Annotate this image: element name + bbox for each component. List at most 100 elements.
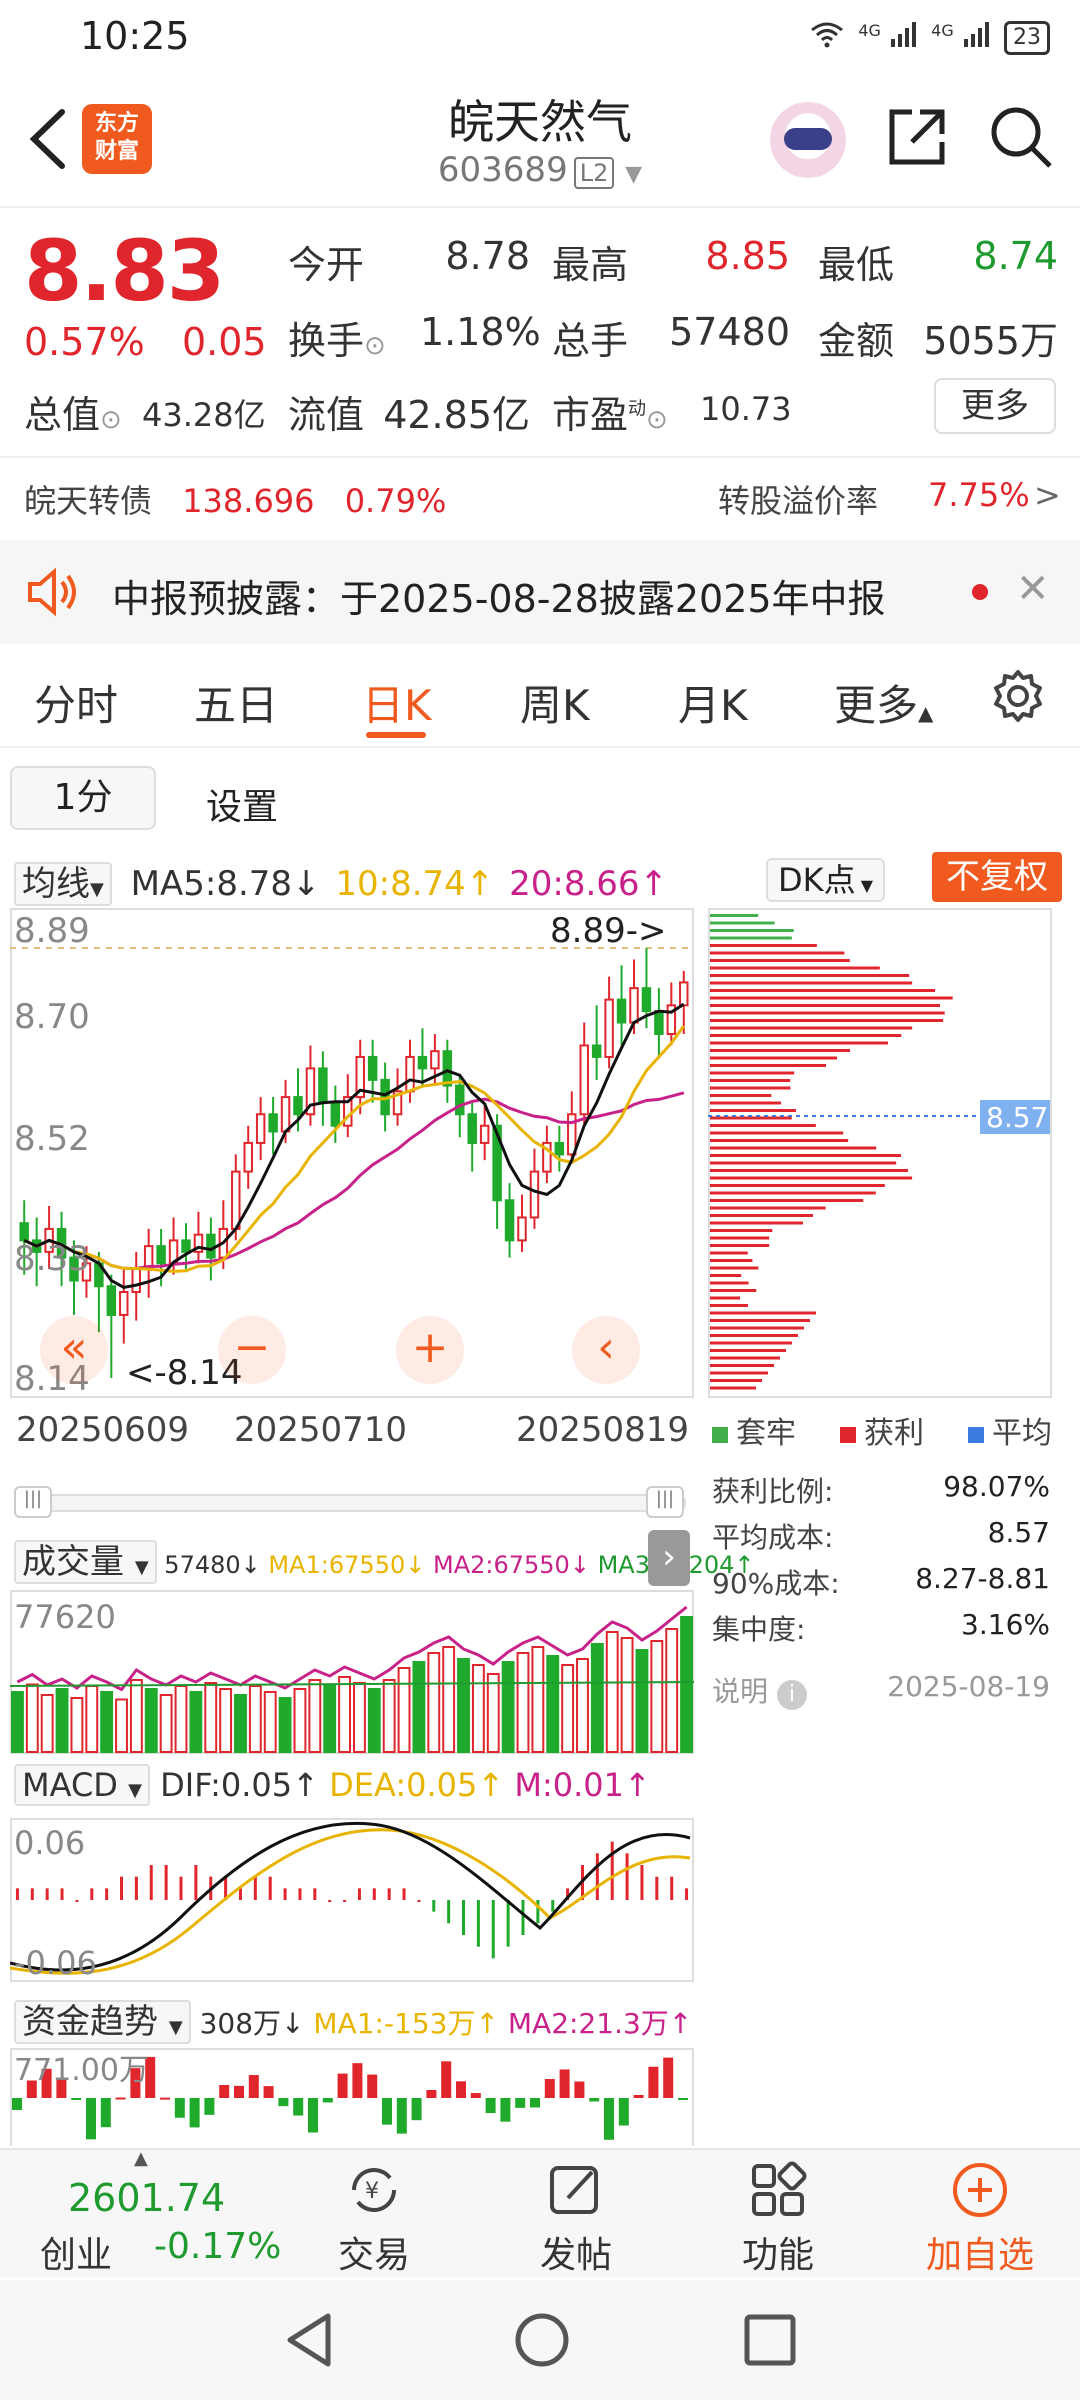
volume-bar — [457, 1658, 470, 1753]
convertible-bond-row[interactable]: 皖天转债 138.696 0.79% 转股溢价率 7.75% > — [24, 476, 1064, 522]
ma-indicator-row: 均线▼ MA5:8.78↓ 10:8.74↑ 20:8.66↑ — [14, 856, 668, 906]
chip-bar — [710, 1034, 902, 1037]
volume-y-label: 77620 — [14, 1598, 116, 1636]
chip-bar — [710, 1169, 909, 1172]
chevron-right-icon[interactable]: › — [648, 1530, 690, 1586]
chip-bar — [710, 1349, 786, 1352]
candle — [280, 1096, 291, 1133]
chip-bar — [710, 1176, 913, 1180]
macd-selector[interactable]: MACD ▼ — [14, 1764, 150, 1806]
info-icon: ⊙ — [100, 405, 122, 435]
volume-selector[interactable]: 成交量 ▼ — [14, 1540, 157, 1584]
volume-bar — [204, 1682, 218, 1753]
fund-bar — [219, 2084, 230, 2098]
volume-bar — [412, 1661, 426, 1753]
tab-more[interactable]: 更多▲ — [834, 672, 933, 733]
macd-bar — [595, 1853, 599, 1900]
period-button[interactable]: 1分 — [10, 766, 156, 830]
volume-bar — [308, 1679, 322, 1753]
post-button[interactable]: 发帖 — [516, 2160, 636, 2278]
macd-bar — [45, 1888, 49, 1900]
chip-note[interactable]: 说明 i — [712, 1670, 807, 1710]
tab-monthly-k[interactable]: 月K — [678, 672, 748, 733]
share-icon[interactable] — [884, 104, 950, 170]
slider-handle-right[interactable]: ||| — [646, 1486, 684, 1518]
volume-bar — [397, 1667, 411, 1753]
pe-label: 市盈动⊙ — [552, 393, 668, 437]
wifi-icon — [810, 20, 844, 55]
tab-intraday[interactable]: 分时 — [34, 672, 118, 733]
macd-bar — [268, 1876, 272, 1900]
fund-bar — [589, 2098, 600, 2102]
macd-bar — [670, 1876, 674, 1900]
svg-text:¥: ¥ — [365, 2179, 379, 2204]
chip-bar — [710, 1229, 773, 1232]
chip-bar — [710, 1064, 827, 1067]
notice-text[interactable]: 中报预披露：于2025-08-28披露2025年中报 — [112, 568, 886, 623]
chart-settings-button[interactable]: 设置 — [206, 778, 278, 830]
rewind-icon[interactable]: « — [40, 1316, 108, 1384]
chip-bar — [710, 1094, 772, 1097]
nav-back-icon[interactable] — [284, 2312, 334, 2372]
chip-bar — [710, 1101, 782, 1105]
volume-label: 总手 — [552, 319, 629, 363]
zoom-out-icon[interactable]: − — [218, 1316, 286, 1384]
chip-bar — [710, 1199, 864, 1202]
fund-bar — [160, 2097, 170, 2100]
adjust-button[interactable]: 不复权 — [932, 852, 1062, 902]
chip-distribution-chart: 8.57 — [708, 908, 1052, 1398]
more-quote-button[interactable]: 更多 — [934, 378, 1056, 434]
slider-handle-left[interactable]: ||| — [14, 1486, 52, 1518]
legend-average: 平均 — [968, 1408, 1052, 1452]
index-name[interactable]: 创业 — [40, 2226, 112, 2278]
fund-bar — [337, 2073, 348, 2098]
fund-bar — [382, 2098, 392, 2125]
volume-chart: 77620 — [10, 1590, 694, 1754]
chevron-left-icon[interactable]: ‹ — [572, 1316, 640, 1384]
add-watchlist-button[interactable]: 加自选 — [920, 2160, 1040, 2278]
volume-bar — [353, 1682, 366, 1753]
assistant-robot-icon[interactable] — [770, 102, 846, 178]
trade-button[interactable]: ¥ 交易 — [314, 2160, 434, 2278]
index-value[interactable]: 2601.74 — [68, 2176, 225, 2220]
gear-icon[interactable] — [990, 668, 1046, 724]
volume-bar — [129, 1679, 143, 1753]
functions-button[interactable]: 功能 — [718, 2160, 838, 2278]
nav-recents-icon[interactable] — [744, 2314, 796, 2370]
fund-bar — [86, 2098, 96, 2140]
candle — [119, 1291, 129, 1316]
fund-bar — [648, 2066, 659, 2098]
nav-home-icon[interactable] — [514, 2312, 570, 2372]
range-slider[interactable] — [14, 1494, 686, 1512]
chip-bar — [710, 1049, 851, 1052]
candle — [243, 1141, 253, 1173]
index-percent[interactable]: -0.17% — [154, 2226, 281, 2267]
zoom-in-icon[interactable]: + — [396, 1316, 464, 1384]
fund-bar — [530, 2098, 540, 2108]
chip-bar — [710, 921, 775, 925]
fund-bar — [263, 2086, 274, 2098]
last-price: 8.83 — [24, 222, 225, 320]
candle — [654, 1010, 664, 1035]
candle — [19, 1222, 29, 1242]
chevron-right-icon: > — [1034, 476, 1061, 514]
chip-date: 2025-08-19 — [887, 1670, 1050, 1703]
ma-selector[interactable]: 均线▼ — [14, 862, 112, 906]
dk-point-button[interactable]: DK点 ▼ — [766, 858, 886, 902]
mktcap-value: 43.28亿 — [142, 396, 266, 434]
close-icon[interactable]: ✕ — [1016, 566, 1050, 612]
candle — [156, 1245, 166, 1265]
tab-daily-k[interactable]: 日K — [362, 672, 432, 733]
chip-bar — [710, 1326, 804, 1330]
macd-bar — [476, 1900, 480, 1947]
fund-selector[interactable]: 资金趋势 ▼ — [14, 2000, 191, 2044]
search-icon[interactable] — [988, 104, 1054, 170]
fund-bar — [470, 2093, 481, 2098]
tab-five-day[interactable]: 五日 — [194, 672, 278, 733]
level2-badge: L2 — [573, 157, 615, 189]
candle — [231, 1170, 241, 1230]
legend-trapped: 套牢 — [712, 1408, 796, 1452]
grid-icon — [718, 2160, 838, 2220]
chip-bar — [710, 974, 910, 977]
tab-weekly-k[interactable]: 周K — [520, 672, 590, 733]
